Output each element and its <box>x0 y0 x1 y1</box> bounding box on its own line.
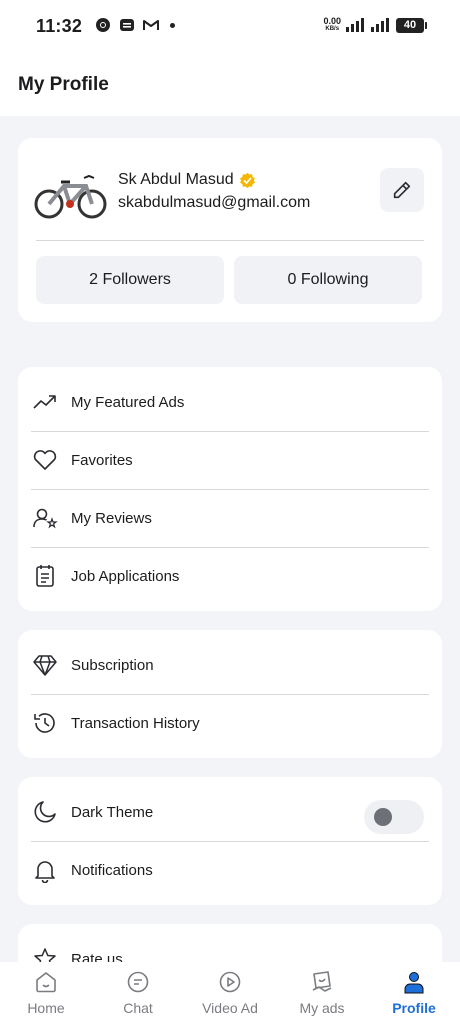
menu-group-preferences: Dark Theme Notifications <box>18 777 442 905</box>
menu-item-job-applications[interactable]: Job Applications <box>18 547 442 605</box>
profile-icon <box>404 972 424 994</box>
profile-card: Sk Abdul Masud skabdulmasud@gmail.com 2 … <box>18 138 442 322</box>
history-icon <box>34 713 55 733</box>
signal-icon-2 <box>371 18 389 32</box>
status-notification-icons <box>95 17 175 33</box>
menu-item-label: My Reviews <box>71 509 152 527</box>
divider <box>36 240 424 241</box>
menu-item-dark-theme: Dark Theme <box>18 783 442 841</box>
network-speed-unit: KB/s <box>325 26 340 32</box>
battery-icon: 40 <box>396 17 427 33</box>
home-icon <box>36 972 56 993</box>
menu-item-label: Notifications <box>71 861 153 879</box>
nav-chat[interactable]: Chat <box>92 962 184 1024</box>
nav-profile[interactable]: Profile <box>368 962 460 1024</box>
nav-label: Home <box>27 1000 65 1016</box>
heart-icon <box>33 450 57 470</box>
menu-item-subscription[interactable]: Subscription <box>18 636 442 694</box>
dark-theme-toggle[interactable] <box>364 800 424 834</box>
chat-icon <box>127 971 149 993</box>
menu-item-label: Job Applications <box>71 567 180 585</box>
menu-item-label: My Featured Ads <box>71 393 185 411</box>
menu-item-label: Subscription <box>71 656 154 674</box>
menu-group-ads: My Featured Ads Favorites My Reviews Job… <box>18 367 442 611</box>
gmail-icon <box>143 20 159 30</box>
nav-label: My ads <box>299 1000 345 1016</box>
menu-item-my-featured-ads[interactable]: My Featured Ads <box>18 373 442 431</box>
diamond-icon <box>33 655 57 676</box>
network-speed: 0.00 KB/s <box>323 17 341 33</box>
nav-label: Chat <box>123 1000 153 1016</box>
edit-profile-button[interactable] <box>380 168 424 212</box>
status-bar: 11:32 0.00 KB/s 40 <box>0 0 460 52</box>
clipboard-icon <box>36 565 54 587</box>
user-email: skabdulmasud@gmail.com <box>118 194 311 211</box>
more-notifications-dot <box>170 22 175 28</box>
chrome-icon <box>96 18 110 32</box>
moon-icon <box>34 801 56 823</box>
status-right-icons: 0.00 KB/s 40 <box>323 17 427 33</box>
verified-badge-icon <box>239 172 255 188</box>
menu-item-my-reviews[interactable]: My Reviews <box>18 489 442 547</box>
menu-item-favorites[interactable]: Favorites <box>18 431 442 489</box>
menu-item-notifications[interactable]: Notifications <box>18 841 442 899</box>
menu-item-transaction-history[interactable]: Transaction History <box>18 694 442 752</box>
nav-label: Profile <box>392 1000 436 1016</box>
name-row: Sk Abdul Masud <box>118 171 256 189</box>
play-icon <box>219 971 241 993</box>
app-notification-icon <box>120 19 134 31</box>
nav-my-ads[interactable]: My ads <box>276 962 368 1024</box>
signal-icon <box>346 18 364 32</box>
avatar[interactable] <box>34 164 108 224</box>
menu-item-label: Dark Theme <box>71 803 154 821</box>
pencil-icon <box>393 181 411 199</box>
nav-label: Video Ad <box>202 1000 258 1016</box>
bell-icon <box>35 861 55 883</box>
menu-group-billing: Subscription Transaction History <box>18 630 442 758</box>
nav-video-ad[interactable]: Video Ad <box>184 962 276 1024</box>
trending-up-icon <box>33 395 56 409</box>
followers-button[interactable]: 2 Followers <box>36 256 224 304</box>
nav-home[interactable]: Home <box>0 962 92 1024</box>
user-name: Sk Abdul Masud <box>118 171 234 188</box>
user-star-icon <box>33 508 58 529</box>
app-header: My Profile <box>0 52 460 116</box>
status-time: 11:32 <box>36 16 83 36</box>
menu-item-label: Transaction History <box>71 714 200 732</box>
my-ads-icon <box>312 971 332 992</box>
following-button[interactable]: 0 Following <box>234 256 422 304</box>
toggle-knob <box>374 808 392 826</box>
menu-item-label: Favorites <box>71 451 133 469</box>
bottom-navigation: Home Chat Video Ad My ads Profile <box>0 962 460 1024</box>
page-title: My Profile <box>18 74 109 95</box>
